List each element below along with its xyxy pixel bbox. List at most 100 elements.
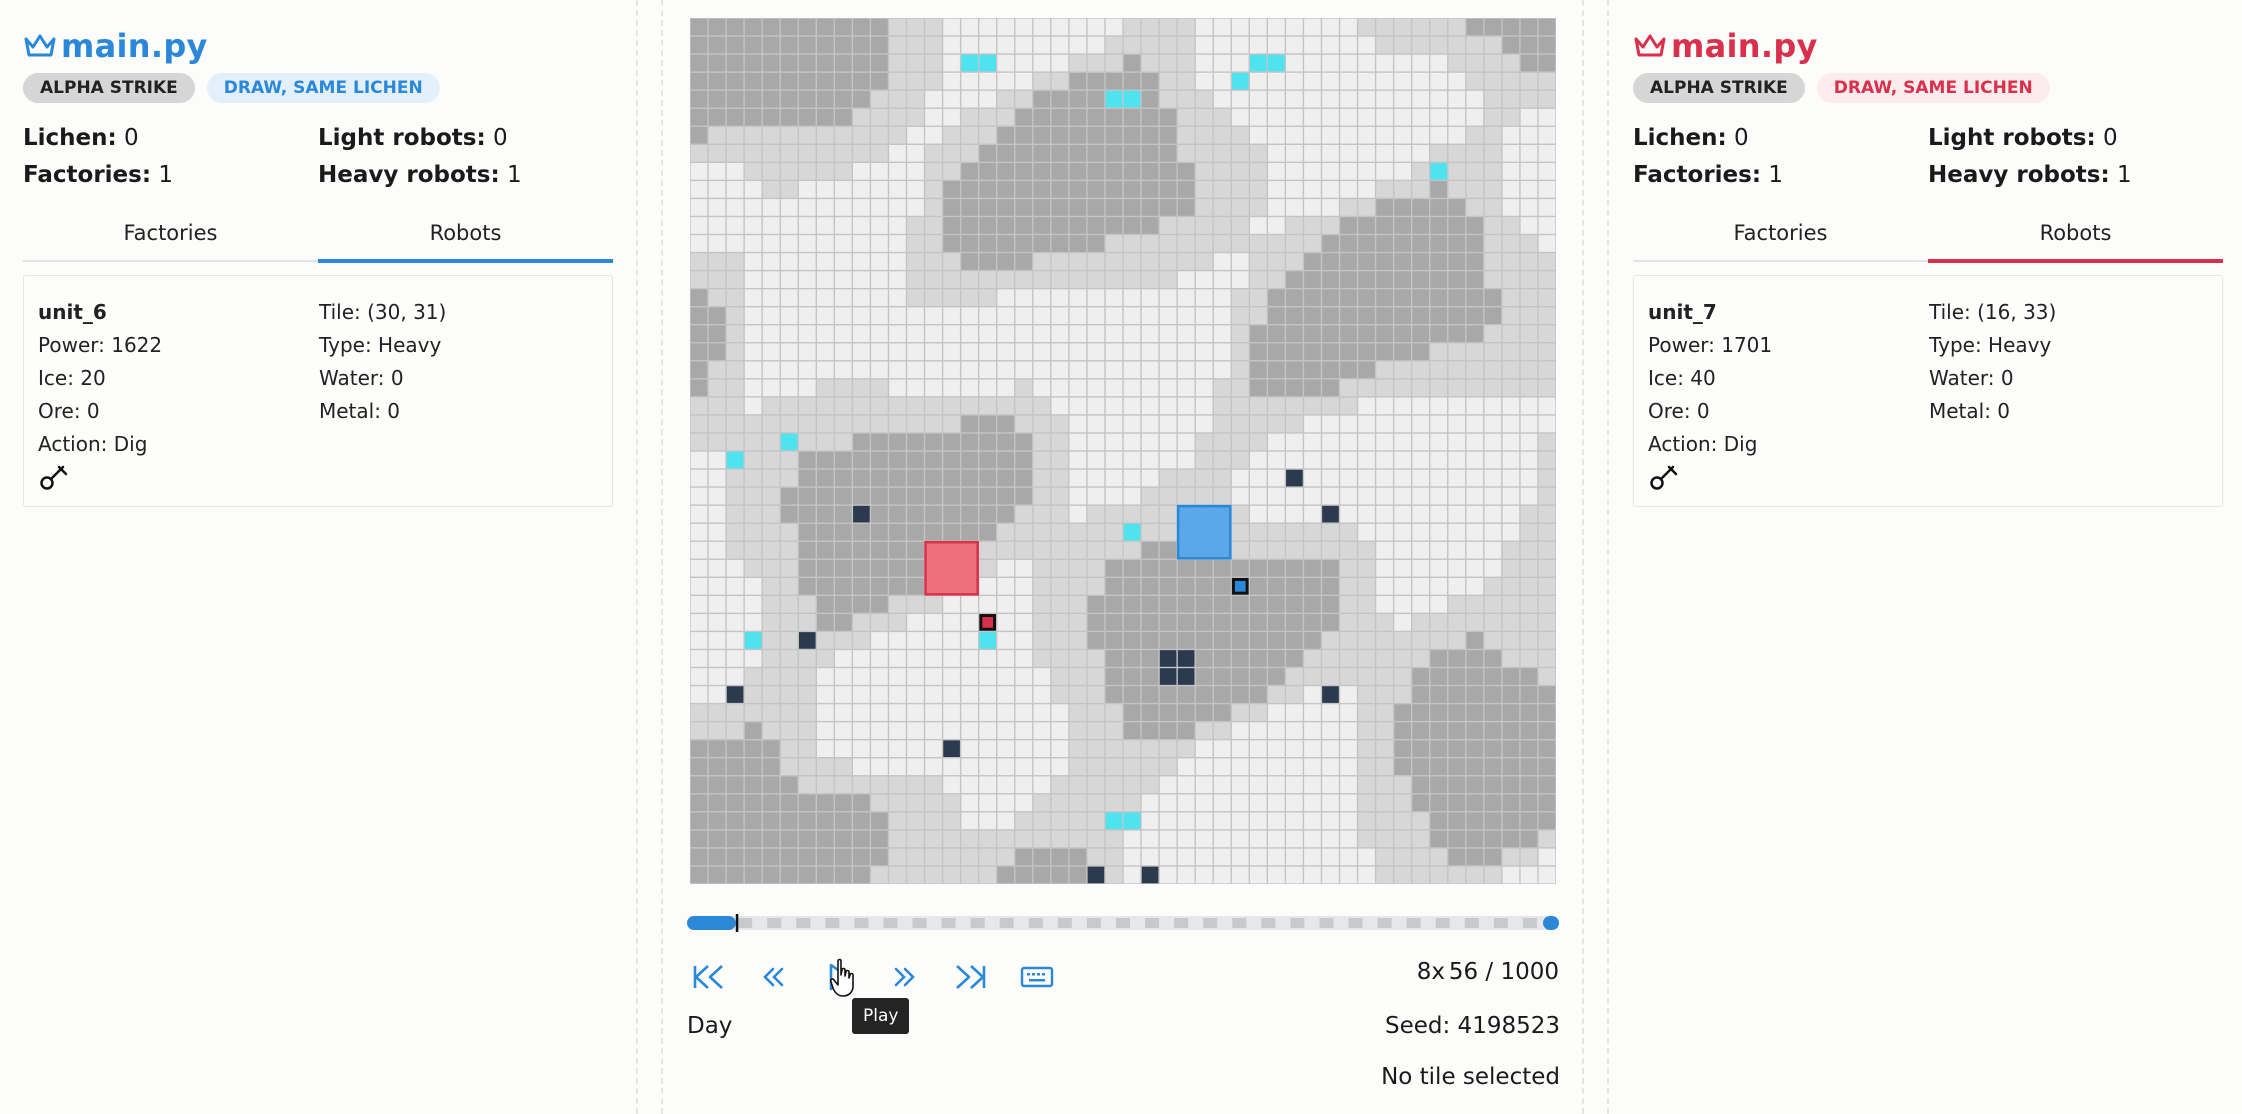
board-tile[interactable] — [943, 72, 960, 90]
board-tile[interactable] — [780, 361, 798, 379]
board-tile[interactable] — [1538, 325, 1556, 343]
board-tile[interactable] — [853, 614, 870, 631]
board-tile[interactable] — [1484, 307, 1502, 325]
board-tile[interactable] — [1231, 451, 1249, 469]
board-tile[interactable] — [1141, 433, 1159, 451]
board-tile[interactable] — [1069, 469, 1087, 487]
board-tile[interactable] — [1015, 722, 1033, 739]
board-tile[interactable] — [1249, 614, 1267, 631]
board-tile[interactable] — [1322, 181, 1339, 198]
board-tile[interactable] — [997, 144, 1015, 162]
board-tile[interactable] — [780, 559, 798, 577]
board-tile[interactable] — [1177, 812, 1195, 830]
board-tile[interactable] — [816, 541, 834, 559]
board-tile[interactable] — [961, 650, 978, 667]
board-tile[interactable] — [1123, 235, 1141, 252]
board-tile[interactable] — [762, 108, 780, 126]
board-tile[interactable] — [1051, 830, 1069, 848]
board-tile[interactable] — [1304, 72, 1321, 90]
board-tile[interactable] — [762, 415, 780, 433]
board-tile[interactable] — [1484, 686, 1502, 703]
board-tile[interactable] — [1033, 866, 1051, 884]
board-tile[interactable] — [943, 36, 960, 54]
board-tile[interactable] — [1538, 289, 1556, 306]
board-tile[interactable] — [1466, 541, 1484, 559]
board-tile[interactable] — [871, 740, 888, 758]
board-tile[interactable] — [1538, 614, 1556, 631]
board-tile[interactable] — [1213, 469, 1231, 487]
board-tile[interactable] — [1376, 126, 1393, 144]
board-tile[interactable] — [1087, 108, 1105, 126]
board-tile[interactable] — [1141, 596, 1159, 613]
board-tile[interactable] — [762, 776, 780, 794]
board-tile[interactable] — [871, 217, 888, 234]
board-tile[interactable] — [1430, 415, 1448, 433]
board-tile[interactable] — [1520, 72, 1538, 90]
board-tile[interactable] — [1249, 397, 1267, 415]
board-tile[interactable] — [925, 289, 942, 306]
board-tile[interactable] — [1358, 253, 1375, 270]
board-tile[interactable] — [1195, 866, 1213, 884]
board-tile[interactable] — [1015, 505, 1033, 523]
board-tile[interactable] — [690, 343, 708, 361]
board-tile[interactable] — [1394, 54, 1411, 72]
board-tile[interactable] — [690, 72, 708, 90]
board-tile[interactable] — [961, 487, 978, 505]
board-tile[interactable] — [780, 325, 798, 343]
board-tile[interactable] — [798, 235, 816, 252]
board-tile[interactable] — [871, 289, 888, 306]
board-tile[interactable] — [816, 776, 834, 794]
board-tile[interactable] — [961, 758, 978, 776]
board-tile[interactable] — [1105, 415, 1123, 433]
ice-tile[interactable] — [726, 451, 744, 469]
board-tile[interactable] — [1268, 740, 1285, 758]
board-tile[interactable] — [1159, 289, 1177, 306]
board-tile[interactable] — [690, 469, 708, 487]
board-tile[interactable] — [1538, 668, 1556, 685]
ice-tile[interactable] — [1249, 54, 1267, 72]
board-tile[interactable] — [1231, 469, 1249, 487]
board-tile[interactable] — [690, 289, 708, 306]
board-tile[interactable] — [1177, 343, 1195, 361]
board-tile[interactable] — [961, 289, 978, 306]
board-tile[interactable] — [1033, 632, 1051, 649]
board-tile[interactable] — [1430, 108, 1448, 126]
board-tile[interactable] — [1069, 90, 1087, 108]
board-tile[interactable] — [979, 126, 997, 144]
board-tile[interactable] — [961, 253, 978, 270]
board-tile[interactable] — [1412, 650, 1430, 667]
board-tile[interactable] — [1286, 271, 1303, 288]
board-tile[interactable] — [961, 343, 978, 361]
board-tile[interactable] — [1448, 126, 1466, 144]
board-tile[interactable] — [1286, 126, 1303, 144]
board-tile[interactable] — [1195, 217, 1213, 234]
board-tile[interactable] — [889, 559, 906, 577]
board-tile[interactable] — [1033, 596, 1051, 613]
board-tile[interactable] — [1484, 487, 1502, 505]
board-tile[interactable] — [907, 686, 924, 703]
board-tile[interactable] — [1502, 126, 1520, 144]
board-tile[interactable] — [1069, 523, 1087, 541]
board-tile[interactable] — [871, 830, 888, 848]
board-tile[interactable] — [708, 632, 726, 649]
board-tile[interactable] — [1520, 415, 1538, 433]
board-tile[interactable] — [925, 722, 942, 739]
board-tile[interactable] — [1087, 505, 1105, 523]
board-tile[interactable] — [925, 54, 942, 72]
board-tile[interactable] — [1213, 54, 1231, 72]
board-tile[interactable] — [1249, 686, 1267, 703]
board-tile[interactable] — [816, 36, 834, 54]
board-tile[interactable] — [1249, 596, 1267, 613]
board-tile[interactable] — [1502, 54, 1520, 72]
board-tile[interactable] — [1015, 650, 1033, 667]
board-tile[interactable] — [1195, 794, 1213, 812]
board-tile[interactable] — [853, 235, 870, 252]
board-tile[interactable] — [1213, 650, 1231, 667]
board-tile[interactable] — [1466, 650, 1484, 667]
board-tile[interactable] — [1231, 18, 1249, 36]
board-tile[interactable] — [1069, 361, 1087, 379]
board-tile[interactable] — [1412, 181, 1430, 198]
board-tile[interactable] — [726, 72, 744, 90]
heavy-robot-player-0[interactable] — [1231, 577, 1249, 595]
board-tile[interactable] — [907, 271, 924, 288]
